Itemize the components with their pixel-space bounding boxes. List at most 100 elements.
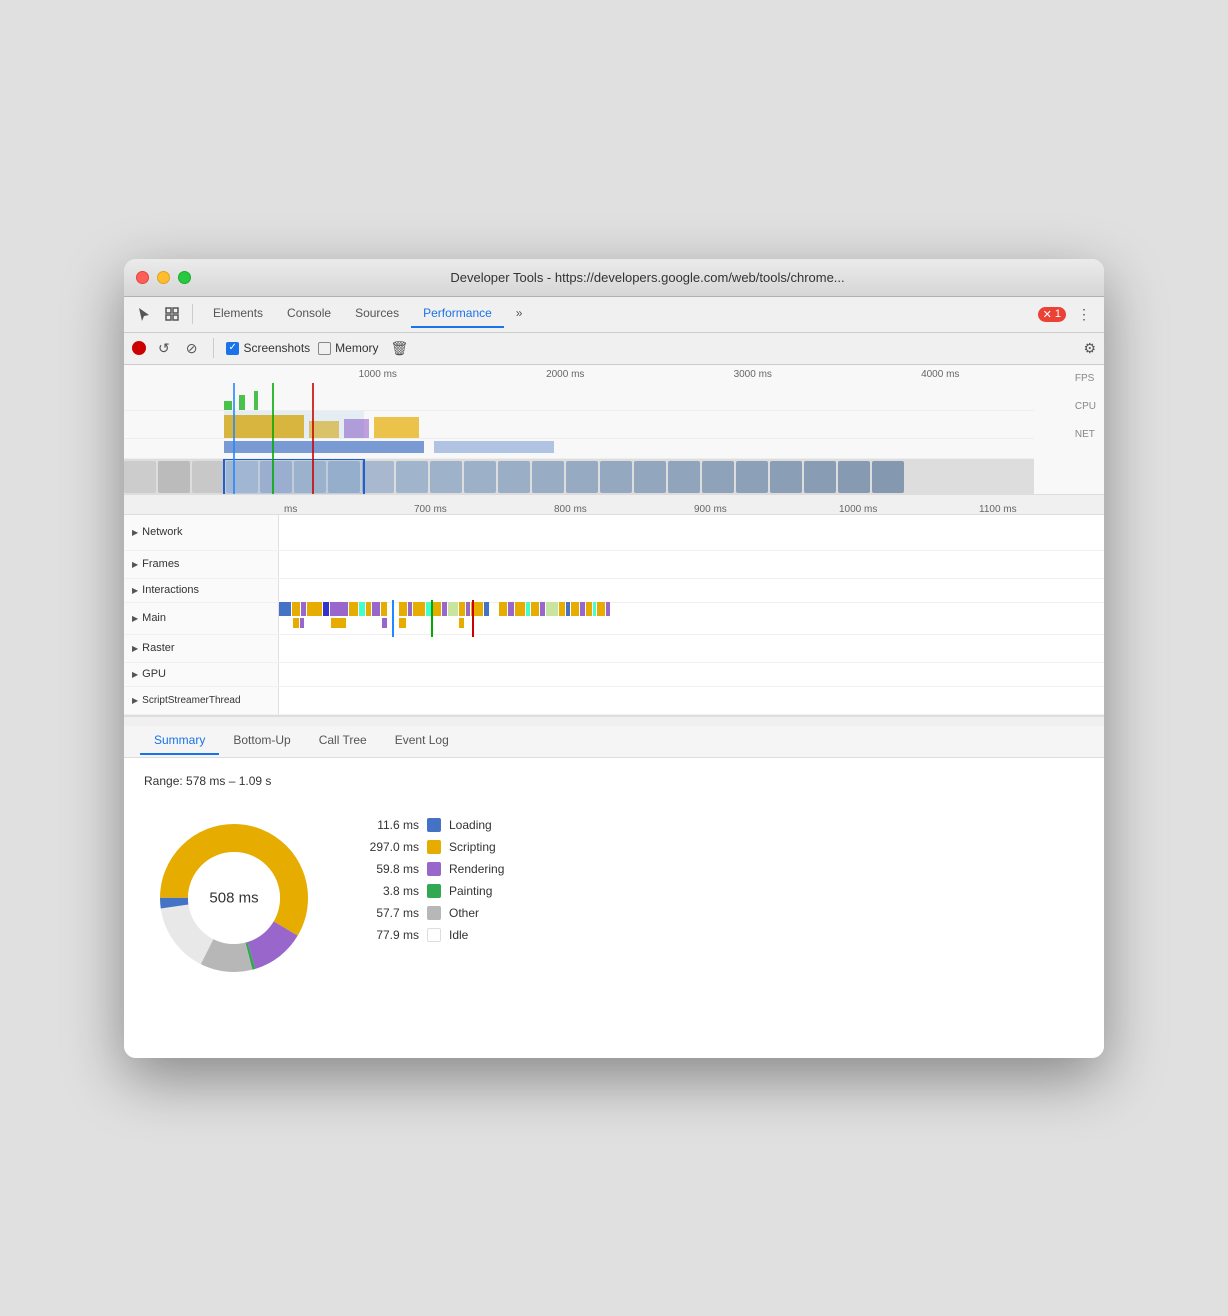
main-triangle: ▶	[132, 614, 138, 623]
ruler-mark-700: 700 ms	[414, 504, 447, 515]
tab-bottom-up[interactable]: Bottom-Up	[219, 727, 304, 755]
close-x-icon: ✕	[1043, 308, 1052, 321]
overview-time-4000: 4000 ms	[921, 369, 959, 383]
painting-value: 3.8 ms	[364, 884, 419, 898]
frames-triangle: ▶	[132, 560, 138, 569]
flamechart-section: ▶ Network async_survey (survey.g.double …	[124, 515, 1104, 716]
minimize-button[interactable]	[157, 271, 170, 284]
interactions-row-label[interactable]: ▶ Interactions	[124, 579, 279, 602]
tab-elements[interactable]: Elements	[201, 300, 275, 328]
loading-label: Loading	[449, 818, 492, 832]
donut-chart: 508 ms	[144, 808, 324, 988]
frames-row-label[interactable]: ▶ Frames	[124, 551, 279, 578]
tab-sources[interactable]: Sources	[343, 300, 411, 328]
overview-time-3000: 3000 ms	[734, 369, 772, 383]
gpu-triangle: ▶	[132, 670, 138, 679]
rendering-label: Rendering	[449, 862, 504, 876]
screenshots-checkbox-label[interactable]: Screenshots	[226, 341, 310, 355]
legend-idle: 77.9 ms Idle	[364, 928, 504, 942]
memory-label: Memory	[335, 341, 378, 355]
loading-value: 11.6 ms	[364, 818, 419, 832]
legend-scripting: 297.0 ms Scripting	[364, 840, 504, 854]
record-button[interactable]	[132, 341, 146, 355]
close-button[interactable]	[136, 271, 149, 284]
bottom-tabs: Summary Bottom-Up Call Tree Event Log	[124, 726, 1104, 758]
other-label: Other	[449, 906, 479, 920]
red-marker	[312, 383, 314, 495]
horizontal-scrollbar[interactable]	[124, 716, 1104, 726]
ruler-mark-ms: ms	[284, 504, 297, 515]
ruler-mark-1000: 1000 ms	[839, 504, 877, 515]
donut-center: 508 ms	[209, 889, 258, 906]
legend-other: 57.7 ms Other	[364, 906, 504, 920]
fps-label: FPS	[1075, 365, 1096, 393]
tab-call-tree[interactable]: Call Tree	[305, 727, 381, 755]
tab-list: Elements Console Sources Performance »	[201, 300, 1034, 328]
devtools-window: Developer Tools - https://developers.goo…	[124, 259, 1104, 1058]
gpu-row-label[interactable]: ▶ GPU	[124, 663, 279, 686]
overview-cpu-row	[124, 411, 1034, 439]
ruler-mark-900: 900 ms	[694, 504, 727, 515]
main-row: ▶ Main	[124, 603, 1104, 635]
main-label: Main	[142, 612, 166, 624]
overview-fps-row	[124, 383, 1034, 411]
legend-rendering: 59.8 ms Rendering	[364, 862, 504, 876]
network-label: Network	[142, 526, 182, 538]
vmarker-green-main	[431, 600, 433, 637]
more-options-icon[interactable]: ⋮	[1072, 302, 1096, 326]
overview-time-2000: 2000 ms	[546, 369, 584, 383]
titlebar: Developer Tools - https://developers.goo…	[124, 259, 1104, 297]
cpu-label: CPU	[1075, 393, 1096, 421]
main-bars-svg	[279, 600, 1104, 632]
overview-section[interactable]: 1000 ms 2000 ms 3000 ms 4000 ms	[124, 365, 1104, 495]
reload-button[interactable]: ↺	[154, 338, 174, 359]
record-toolbar: ↺ ⊘ Screenshots Memory 🗑 ⚙	[124, 333, 1104, 365]
cursor-icon[interactable]	[132, 302, 156, 326]
scripting-label: Scripting	[449, 840, 496, 854]
network-row: ▶ Network async_survey (survey.g.double …	[124, 515, 1104, 551]
tab-event-log[interactable]: Event Log	[381, 727, 463, 755]
overview-screenshots-row	[124, 459, 1034, 495]
idle-color	[427, 928, 441, 942]
legend: 11.6 ms Loading 297.0 ms Scripting 59.8 …	[364, 808, 504, 942]
window-title: Developer Tools - https://developers.goo…	[203, 270, 1092, 285]
tab-performance[interactable]: Performance	[411, 300, 504, 328]
idle-label: Idle	[449, 928, 468, 942]
network-row-label[interactable]: ▶ Network	[124, 515, 279, 550]
other-value: 57.7 ms	[364, 906, 419, 920]
error-badge[interactable]: ✕ 1	[1038, 307, 1066, 322]
ruler-mark-800: 800 ms	[554, 504, 587, 515]
overview-net-row	[124, 439, 1034, 459]
scriptstreamer-row: ▶ ScriptStreamerThread	[124, 687, 1104, 715]
raster-row-label[interactable]: ▶ Raster	[124, 635, 279, 662]
timeline-ruler: ms 700 ms 800 ms 900 ms 1000 ms 1100 ms	[124, 495, 1104, 515]
vmarker-red-main	[472, 600, 474, 637]
clear-button[interactable]: ⊘	[182, 338, 202, 359]
settings-icon[interactable]: ⚙	[1083, 340, 1096, 357]
trash-button[interactable]: 🗑	[387, 338, 413, 359]
interactions-triangle: ▶	[132, 586, 138, 595]
summary-panel: Range: 578 ms – 1.09 s	[124, 758, 1104, 1058]
legend-painting: 3.8 ms Painting	[364, 884, 504, 898]
inspect-icon[interactable]	[160, 302, 184, 326]
main-row-content	[279, 600, 1104, 637]
memory-checkbox[interactable]	[318, 342, 331, 355]
raster-triangle: ▶	[132, 644, 138, 653]
toolbar-right: ✕ 1 ⋮	[1038, 302, 1096, 326]
scriptstreamer-triangle: ▶	[132, 696, 138, 705]
rendering-color	[427, 862, 441, 876]
gpu-label: GPU	[142, 668, 166, 680]
tab-more[interactable]: »	[504, 300, 535, 328]
network-triangle: ▶	[132, 528, 138, 537]
scriptstreamer-row-label[interactable]: ▶ ScriptStreamerThread	[124, 687, 279, 714]
scripting-color	[427, 840, 441, 854]
overview-time-1000: 1000 ms	[359, 369, 397, 383]
other-color	[427, 906, 441, 920]
tab-console[interactable]: Console	[275, 300, 343, 328]
maximize-button[interactable]	[178, 271, 191, 284]
tab-summary[interactable]: Summary	[140, 727, 219, 755]
screenshots-checkbox[interactable]	[226, 342, 239, 355]
toolbar-separator	[192, 304, 193, 324]
main-row-label[interactable]: ▶ Main	[124, 603, 279, 634]
memory-checkbox-label[interactable]: Memory	[318, 341, 378, 355]
